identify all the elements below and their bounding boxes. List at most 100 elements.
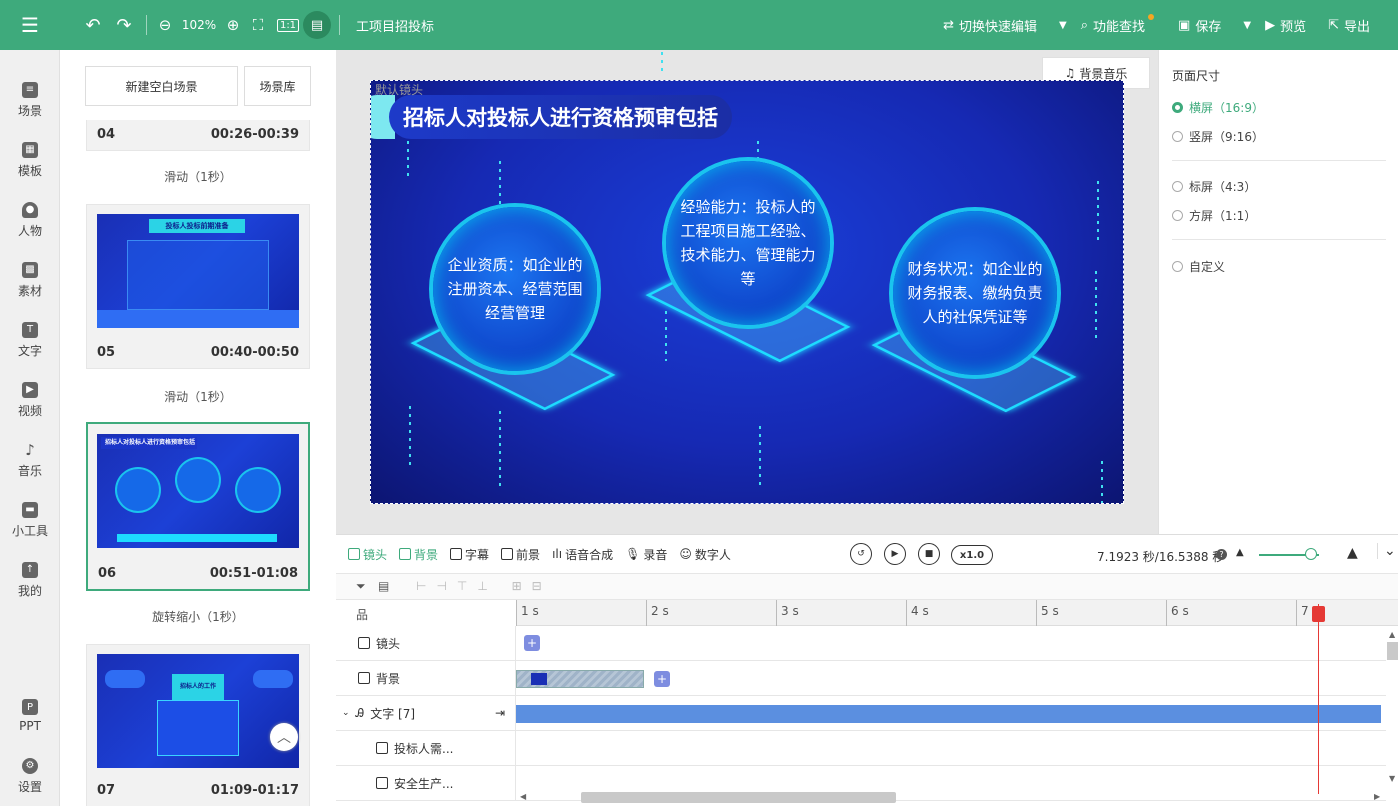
project-title[interactable]: 工项目招投标	[356, 16, 434, 35]
zoom-in-icon[interactable]: ⊕	[223, 10, 243, 40]
redo-icon[interactable]: ↷	[110, 10, 138, 40]
tab-tts[interactable]: ılı 语音合成	[552, 546, 613, 563]
tab-lens[interactable]: 镜头	[348, 546, 387, 563]
scroll-down-icon[interactable]: ▼	[1389, 774, 1395, 783]
scene-transition[interactable]: 滑动（1秒）	[86, 168, 310, 185]
scene-transition[interactable]: 滑动（1秒）	[86, 388, 310, 405]
option-landscape[interactable]: 横屏（16:9）	[1172, 99, 1264, 116]
track-background-row[interactable]: +	[516, 661, 1386, 696]
option-portrait[interactable]: 竖屏（9:16）	[1172, 128, 1264, 145]
track-lens[interactable]: 镜头	[336, 626, 516, 661]
scene-card-active[interactable]: 招标人对投标人进行资格预审包括 06 00:51-01:08	[86, 422, 310, 591]
align-icon[interactable]: ▤	[378, 579, 389, 593]
filter-icon[interactable]: ⏷	[356, 579, 366, 594]
feature-search-button[interactable]: ⌕ 功能查找	[1081, 14, 1156, 35]
add-lens-button[interactable]: +	[524, 635, 540, 651]
quick-edit-button[interactable]: ⇄ 切换快速编辑	[943, 16, 1037, 35]
nav-person[interactable]: ● 人物	[0, 190, 60, 250]
timeline-vscrollbar[interactable]	[1387, 642, 1398, 660]
scroll-top-button[interactable]: ︿	[270, 723, 298, 751]
scene-thumbnail: 投标人投标前期准备	[97, 214, 299, 328]
track-text-item-row[interactable]	[516, 731, 1386, 766]
track-text-row[interactable]	[516, 696, 1386, 731]
menu-icon[interactable]: ☰	[0, 0, 60, 50]
quick-edit-dropdown-icon[interactable]: ▼	[1059, 20, 1067, 31]
tab-digital-human[interactable]: ☺ 数字人	[679, 546, 731, 563]
scene-card[interactable]: 投标人投标前期准备 05 00:40-00:50	[86, 204, 310, 369]
scene-number: 06	[98, 566, 117, 581]
item-circle-qualification[interactable]: 企业资质：如企业的注册资本、经营范围经营管理	[433, 207, 597, 371]
zoom-in-mountain-icon[interactable]: ▲	[1347, 545, 1358, 561]
preview-button[interactable]: ▶ 预览	[1265, 16, 1306, 35]
nav-mine[interactable]: ↑ 我的	[0, 550, 60, 610]
scene-library-button[interactable]: 场景库	[244, 66, 311, 106]
track-text-item[interactable]: 投标人需...	[336, 731, 516, 766]
scroll-up-icon[interactable]: ▲	[1389, 630, 1395, 639]
microphone-icon: 🎙︎	[625, 547, 641, 561]
nav-music[interactable]: ♪ 音乐	[0, 430, 60, 490]
scene-card[interactable]: 招标人的工作 ︿ 07 01:09-01:17	[86, 644, 310, 806]
tab-background[interactable]: 背景	[399, 546, 438, 563]
replay-icon[interactable]: ↺	[850, 543, 872, 565]
background-clip[interactable]	[516, 670, 644, 688]
option-custom[interactable]: 自定义	[1172, 258, 1225, 275]
subtitle-icon[interactable]: ▤	[303, 11, 331, 39]
add-background-button[interactable]: +	[654, 671, 670, 687]
tab-subtitle[interactable]: 字幕	[450, 546, 489, 563]
scene-card[interactable]: 04 00:26-00:39	[86, 120, 310, 151]
nav-tools[interactable]: ▬ 小工具	[0, 490, 60, 550]
scroll-right-icon[interactable]: ▶	[1374, 792, 1380, 801]
track-text-item[interactable]: 安全生产...	[336, 766, 516, 801]
nav-ppt[interactable]: P PPT	[0, 686, 60, 746]
ratio-icon[interactable]: 1:1	[273, 10, 303, 40]
timeline-hscrollbar[interactable]	[581, 792, 896, 803]
subtitle-icon	[450, 548, 463, 560]
fullscreen-icon[interactable]: ⛶	[243, 10, 273, 40]
stop-icon[interactable]: ■	[918, 543, 940, 565]
time-ruler[interactable]: 1 s 2 s 3 s 4 s 5 s 6 s 7 s	[516, 600, 1398, 626]
item-circle-finance[interactable]: 财务状况：如企业的财务报表、缴纳负责人的社保凭证等	[893, 211, 1057, 375]
nav-video[interactable]: ▶ 视频	[0, 370, 60, 430]
save-dropdown-icon[interactable]: ▼	[1243, 20, 1251, 31]
scroll-left-icon[interactable]: ◀	[520, 792, 526, 801]
play-icon[interactable]: ▶	[884, 543, 906, 565]
zoom-out-mountain-icon[interactable]: ▲	[1236, 547, 1244, 558]
nav-settings[interactable]: ⚙ 设置	[0, 746, 60, 806]
scene-time: 01:09-01:17	[210, 783, 299, 798]
text-clip[interactable]	[516, 705, 1381, 723]
undo-icon[interactable]: ↶	[76, 10, 110, 40]
slide-stage[interactable]: 企业资质：如企业的注册资本、经营范围经营管理 经验能力：投标人的工程项目施工经验…	[370, 80, 1124, 504]
zoom-slider-knob[interactable]	[1305, 548, 1317, 560]
nav-scene[interactable]: ≡ 场景	[0, 70, 60, 130]
expand-icon[interactable]: ⌄	[342, 708, 350, 718]
nav-text[interactable]: T 文字	[0, 310, 60, 370]
music-icon: ♪	[25, 440, 35, 459]
export-button[interactable]: ⇱ 导出	[1328, 16, 1370, 35]
slide-title[interactable]: 招标人对投标人进行资格预审包括	[389, 95, 732, 139]
scene-transition[interactable]: 旋转缩小（1秒）	[86, 608, 310, 625]
save-button[interactable]: ▣ 保存	[1178, 16, 1221, 35]
help-icon[interactable]: ?	[1216, 549, 1227, 560]
nav-template[interactable]: ▦ 模板	[0, 130, 60, 190]
collapse-icon[interactable]: ⌄	[1377, 543, 1396, 559]
tab-record[interactable]: 🎙︎ 录音	[625, 546, 667, 563]
scene-time: 00:26-00:39	[210, 127, 299, 142]
option-standard[interactable]: 标屏（4:3）	[1172, 178, 1256, 195]
timeline-tools: ⏷ ▤ ⊢⊣⊤⊥ ⊞⊟	[336, 574, 1398, 600]
item-circle-experience[interactable]: 经验能力：投标人的工程项目施工经验、技术能力、管理能力等	[666, 161, 830, 325]
zoom-out-icon[interactable]: ⊖	[155, 10, 175, 40]
speed-button[interactable]: x1.0	[951, 545, 993, 565]
camera-icon	[358, 637, 370, 649]
option-square[interactable]: 方屏（1:1）	[1172, 207, 1256, 224]
tab-foreground[interactable]: 前景	[501, 546, 540, 563]
divider	[1172, 239, 1386, 240]
new-blank-scene-button[interactable]: 新建空白场景	[85, 66, 238, 106]
track-text[interactable]: ⌄ Ꭿ 文字 [7] ⇥	[336, 696, 516, 731]
collapse-track-icon[interactable]: ⇥	[495, 706, 505, 720]
tracks-icon[interactable]: 品	[356, 606, 368, 623]
track-background[interactable]: 背景	[336, 661, 516, 696]
playhead-handle[interactable]	[1312, 606, 1325, 622]
track-lens-row[interactable]: +	[516, 626, 1386, 661]
time-readout: 7.1923 秒/16.5388 秒	[1097, 550, 1225, 564]
nav-material[interactable]: ▩ 素材	[0, 250, 60, 310]
